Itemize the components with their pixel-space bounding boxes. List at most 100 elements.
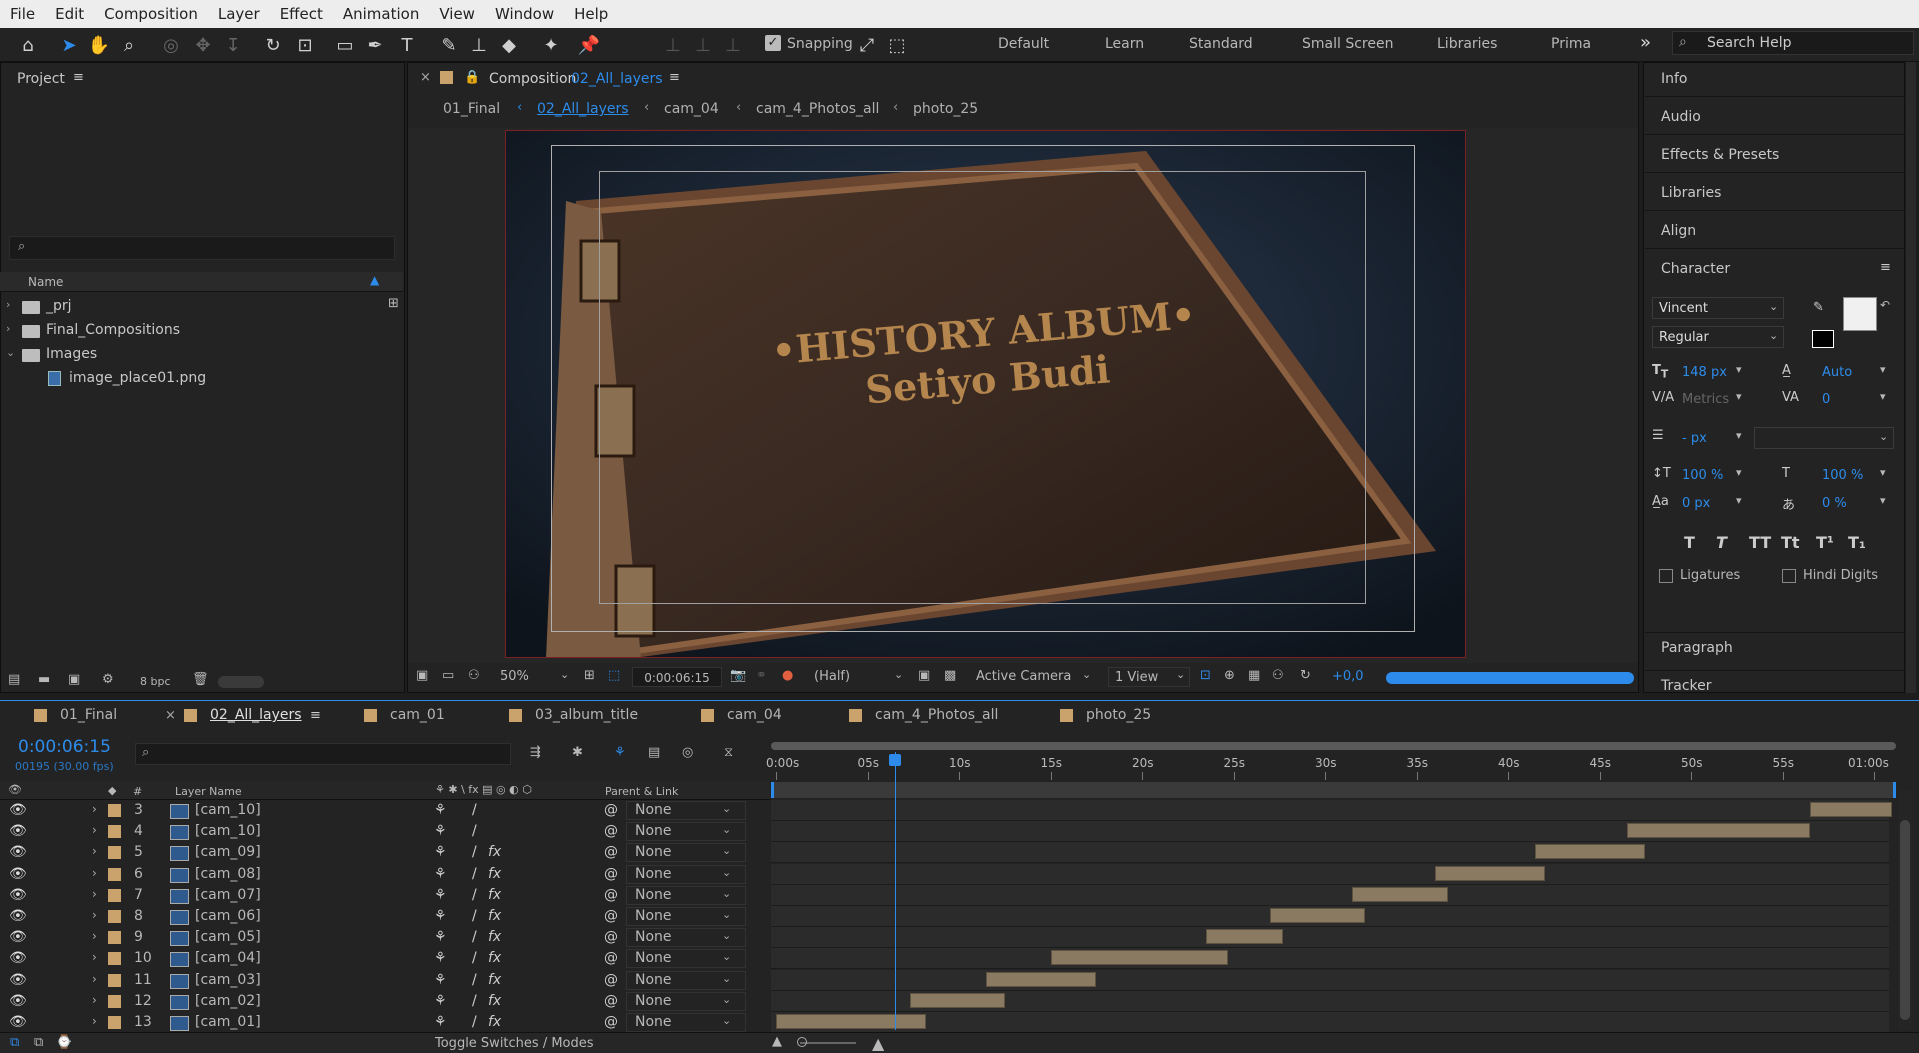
breadcrumb-item[interactable]: 02_All_layers	[537, 101, 629, 117]
selection-tool-icon[interactable]: ➤	[56, 33, 82, 57]
layer-row[interactable]: 👁 › 3 [cam_10] ⚘ / @ None ⌄	[0, 800, 760, 821]
label-color-swatch[interactable]	[108, 888, 121, 902]
character-menu-icon[interactable]: ≡	[1880, 260, 1891, 275]
project-search-input[interactable]: ⌕	[9, 236, 395, 260]
layer-row[interactable]: 👁 › 6 [cam_08] ⚘ / fx @ None ⌄	[0, 864, 760, 885]
workspace-overflow[interactable]: »	[1640, 32, 1651, 53]
layer-row[interactable]: 👁 › 9 [cam_05] ⚘ / fx @ None ⌄	[0, 927, 760, 948]
close-tab-icon[interactable]: ×	[165, 708, 176, 723]
quality-switch-icon[interactable]: /	[472, 972, 477, 988]
quality-switch-icon[interactable]: /	[472, 908, 477, 924]
layer-expand-icon[interactable]: ›	[92, 993, 97, 1007]
label-color-swatch[interactable]	[108, 867, 121, 881]
zoom-tool-icon[interactable]: ⌕	[116, 33, 142, 57]
rectangle-tool-icon[interactable]: ▭	[332, 33, 358, 57]
layer-duration-bar[interactable]	[1206, 929, 1283, 945]
label-color-swatch[interactable]	[108, 846, 121, 860]
timeline-scroll-thumb[interactable]	[1900, 820, 1910, 1020]
pickwhip-icon[interactable]: @	[604, 866, 618, 882]
text-style-button[interactable]: TT	[1749, 533, 1771, 552]
layer-expand-icon[interactable]: ›	[92, 950, 97, 964]
axis-view-icon[interactable]: ⊥	[720, 33, 746, 57]
visibility-eye-icon[interactable]: 👁	[9, 887, 27, 903]
layer-expand-icon[interactable]: ›	[92, 802, 97, 816]
font-family-dropdown[interactable]: Vincent ⌄	[1652, 297, 1784, 319]
chevron-right-icon[interactable]: ›	[6, 322, 10, 335]
visibility-eye-icon[interactable]: 👁	[9, 929, 27, 945]
menu-item-help[interactable]: Help	[564, 5, 618, 23]
label-color-swatch[interactable]	[108, 931, 121, 945]
timeline-timecode[interactable]: 0:00:06:15	[18, 737, 111, 757]
fx-switch-icon[interactable]: fx	[488, 950, 501, 966]
layer-expand-icon[interactable]: ›	[92, 1014, 97, 1028]
layer-expand-icon[interactable]: ›	[92, 929, 97, 943]
horizontal-scale-value[interactable]: 100 %	[1822, 468, 1863, 483]
new-folder-icon[interactable]: ▬	[38, 672, 50, 687]
shy-switch-icon[interactable]: ⚘	[434, 929, 447, 945]
label-color-swatch[interactable]	[108, 804, 121, 817]
quality-switch-icon[interactable]: /	[472, 887, 477, 903]
show-snapshot-icon[interactable]: ⚭	[756, 668, 767, 683]
dolly-tool-icon[interactable]: ↧	[220, 33, 246, 57]
baseline-shift-value[interactable]: 0 px	[1682, 496, 1710, 511]
visibility-eye-icon[interactable]: 👁	[9, 972, 27, 988]
menu-item-animation[interactable]: Animation	[333, 5, 429, 23]
resolution-dropdown[interactable]: (Half)	[814, 669, 850, 684]
safe-zones-icon[interactable]: ⊞	[584, 668, 595, 683]
preview-icon[interactable]: ▣	[416, 668, 428, 683]
trash-icon[interactable]: 🗑	[192, 672, 209, 687]
fx-switch-icon[interactable]: fx	[488, 866, 501, 882]
fx-switch-icon[interactable]: fx	[488, 929, 501, 945]
layer-name[interactable]: [cam_04]	[195, 950, 261, 966]
visibility-eye-icon[interactable]: 👁	[9, 993, 27, 1009]
breadcrumb-item[interactable]: 01_Final	[443, 101, 500, 117]
fx-switch-icon[interactable]: fx	[488, 887, 501, 903]
visibility-eye-icon[interactable]: 👁	[9, 1014, 27, 1030]
zoom-dropdown[interactable]: 50%	[500, 669, 529, 684]
layer-duration-bar[interactable]	[1352, 886, 1448, 902]
breadcrumb-item[interactable]: photo_25	[913, 101, 978, 117]
motion-blur-icon[interactable]: ◎	[682, 745, 693, 760]
pickwhip-icon[interactable]: @	[604, 1014, 618, 1030]
composition-menu-icon[interactable]: ≡	[669, 70, 680, 85]
text-style-button[interactable]: T	[1684, 533, 1695, 552]
pen-tool-icon[interactable]: ✒	[362, 33, 388, 57]
pickwhip-icon[interactable]: @	[604, 972, 618, 988]
layer-duration-bar[interactable]	[1535, 844, 1646, 860]
3d-renderer-icon[interactable]: ▦	[1248, 668, 1260, 683]
timeline-scrollbar[interactable]	[1898, 790, 1912, 1030]
hindi-digits-checkbox[interactable]	[1782, 569, 1796, 583]
chevron-down-icon[interactable]: ▾	[1736, 363, 1742, 376]
font-size-value[interactable]: 148 px	[1682, 365, 1727, 380]
layer-name[interactable]: [cam_08]	[195, 866, 261, 882]
menu-item-composition[interactable]: Composition	[94, 5, 208, 23]
timeline-zoom-slider[interactable]	[800, 1042, 856, 1044]
mask-icon[interactable]: ⚇	[468, 668, 480, 683]
transparency-grid-icon[interactable]: ▩	[944, 668, 956, 683]
layer-name-column-label[interactable]: Layer Name	[175, 785, 242, 798]
flowchart-icon[interactable]: ⚇	[1272, 668, 1284, 683]
quality-switch-icon[interactable]: /	[472, 1014, 477, 1030]
zoom-out-icon[interactable]: ▲	[772, 1034, 782, 1049]
reset-exposure-icon[interactable]: ⊕	[1224, 668, 1235, 683]
fx-switch-icon[interactable]: fx	[488, 972, 501, 988]
pickwhip-icon[interactable]: @	[604, 950, 618, 966]
workspace-tab-1[interactable]: Learn	[1105, 36, 1144, 52]
layer-row[interactable]: 👁 › 10 [cam_04] ⚘ / fx @ None ⌄	[0, 948, 760, 969]
workspace-tab-0[interactable]: Default	[998, 36, 1049, 52]
ligatures-checkbox[interactable]	[1659, 569, 1673, 583]
chevron-right-icon[interactable]: ⌄	[6, 346, 15, 359]
brush-tool-icon[interactable]: ✎	[436, 33, 462, 57]
flowchart-icon[interactable]: ⊞	[388, 296, 399, 311]
search-help-input[interactable]: ⌕ Search Help	[1672, 31, 1914, 55]
text-style-button[interactable]: T	[1716, 533, 1727, 552]
zoom-slider-thumb[interactable]	[797, 1037, 807, 1047]
work-area-bar[interactable]	[771, 742, 1896, 750]
hand-tool-icon[interactable]: ✋	[86, 33, 112, 57]
snap-grid-icon[interactable]: ⬚	[884, 33, 910, 57]
text-style-button[interactable]: T₁	[1848, 533, 1866, 552]
transfer-controls-icon[interactable]: ⧉	[34, 1035, 43, 1050]
draft-3d-icon[interactable]: ✱	[572, 745, 583, 760]
chevron-down-icon[interactable]: ▾	[1736, 390, 1742, 403]
text-style-button[interactable]: T¹	[1816, 533, 1834, 552]
